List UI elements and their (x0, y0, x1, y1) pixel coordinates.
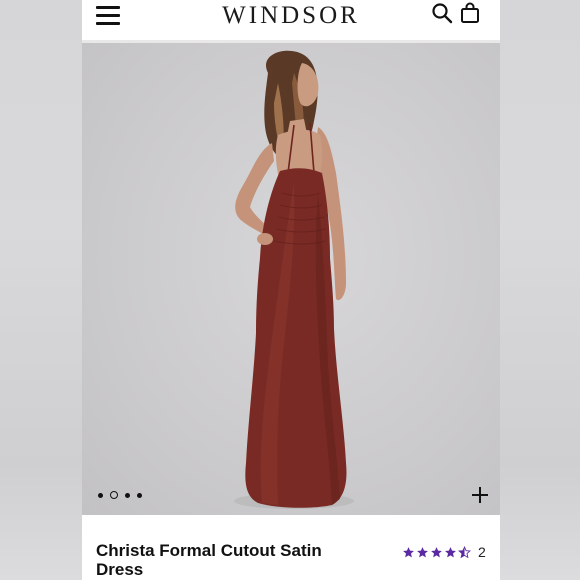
product-info: Christa Formal Cutout Satin Dress 2 (82, 515, 500, 580)
background-blur-left (0, 0, 82, 580)
product-image[interactable] (82, 43, 500, 515)
app-screen: WINDSOR Christa Formal Cutout Satin Dres… (82, 0, 500, 580)
plus-icon[interactable] (470, 485, 490, 505)
carousel-dots (98, 491, 142, 499)
model-dress-illustration (234, 50, 354, 509)
review-count[interactable]: 2 (478, 544, 486, 560)
star-icon (431, 546, 442, 557)
star-icon (417, 546, 428, 557)
star-icon (445, 546, 456, 557)
search-icon[interactable] (431, 2, 453, 24)
product-title: Christa Formal Cutout Satin Dress (96, 541, 322, 579)
product-rating[interactable]: 2 (402, 544, 486, 560)
star-icon (403, 546, 414, 557)
star-half-icon (458, 545, 471, 558)
carousel-dot-active[interactable] (110, 491, 118, 499)
carousel-dot[interactable] (98, 492, 103, 498)
carousel-dot[interactable] (125, 492, 130, 498)
site-header: WINDSOR (82, 0, 500, 43)
background-blur-right (500, 0, 580, 580)
shopping-bag-icon[interactable] (460, 2, 480, 24)
carousel-dot[interactable] (137, 492, 142, 498)
